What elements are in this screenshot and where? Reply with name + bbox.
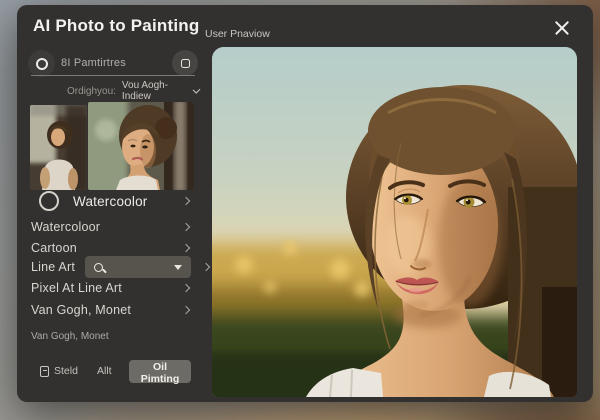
chevron-down-icon (192, 85, 201, 94)
square-glyph-button[interactable] (172, 50, 198, 76)
style-option-line-art[interactable]: Line Art (31, 256, 211, 278)
dialog-title: AI Photo to Painting (33, 16, 200, 35)
style-option-label: Watercoolor (73, 193, 148, 209)
steld-tool[interactable]: Steld (40, 365, 78, 377)
style-option-label: Pixel At Line Art (31, 281, 122, 295)
portrait-painting (212, 47, 577, 397)
photo-to-painting-dialog: AI Photo to Painting User Pnaviow 8I Pam… (17, 5, 593, 402)
style-option-label: Line Art (31, 260, 75, 274)
chevron-right-icon (181, 305, 191, 315)
source-label: 8I Pamtirtres (61, 57, 126, 69)
user-preview-image (212, 47, 577, 397)
style-select-value: Vou Aogh-Indiew (121, 80, 169, 102)
oil-painting-button[interactable]: Oil Pimting (129, 360, 191, 385)
style-option-watercoolor[interactable]: Watercoolor (31, 191, 191, 211)
style-select-prefix: Ordighyou: (67, 85, 116, 97)
steld-label: Steld (54, 365, 78, 377)
preview-label: User Pnaviow (205, 28, 270, 40)
style-option-pixel-at-line-art[interactable]: Pixel At Line Art (31, 278, 191, 298)
close-icon[interactable] (553, 19, 571, 37)
allt-label: Allt (97, 365, 112, 377)
thumbnail-strip (30, 102, 194, 190)
radio-icon[interactable] (39, 191, 59, 211)
divider (31, 75, 195, 76)
chevron-right-icon (181, 283, 191, 293)
style-option-van-gogh-monet[interactable]: Van Gogh, Monet (31, 300, 191, 320)
document-icon (40, 365, 49, 377)
style-option-watercoloor[interactable]: Watercoloor (31, 217, 191, 237)
style-option-label: Watercoloor (31, 220, 101, 234)
chevron-right-icon (181, 243, 191, 253)
chevron-right-icon (181, 196, 191, 206)
allt-tool[interactable]: Allt (97, 365, 112, 377)
style-option-label: Van Gogh, Monet (31, 303, 132, 317)
dropdown-caret-icon (174, 264, 182, 270)
style-option-label: Cartoon (31, 241, 77, 255)
search-icon (94, 262, 103, 272)
line-art-search-dropdown[interactable] (85, 256, 191, 278)
screen: AI Photo to Painting User Pnaviow 8I Pam… (0, 0, 600, 420)
enhanced-photo-thumbnail[interactable] (88, 102, 194, 190)
style-option-cartoon[interactable]: Cartoon (31, 238, 191, 258)
original-photo-thumbnail[interactable] (30, 105, 87, 190)
chevron-right-icon (201, 262, 211, 272)
chevron-right-icon (181, 222, 191, 232)
ring-icon (28, 50, 55, 77)
footer-toolbar: Steld Allt Oil Pimting (31, 360, 191, 385)
style-footnote: Van Gogh, Monet (31, 331, 109, 342)
style-select-dropdown[interactable]: Ordighyou: Vou Aogh-Indiew (67, 80, 201, 102)
